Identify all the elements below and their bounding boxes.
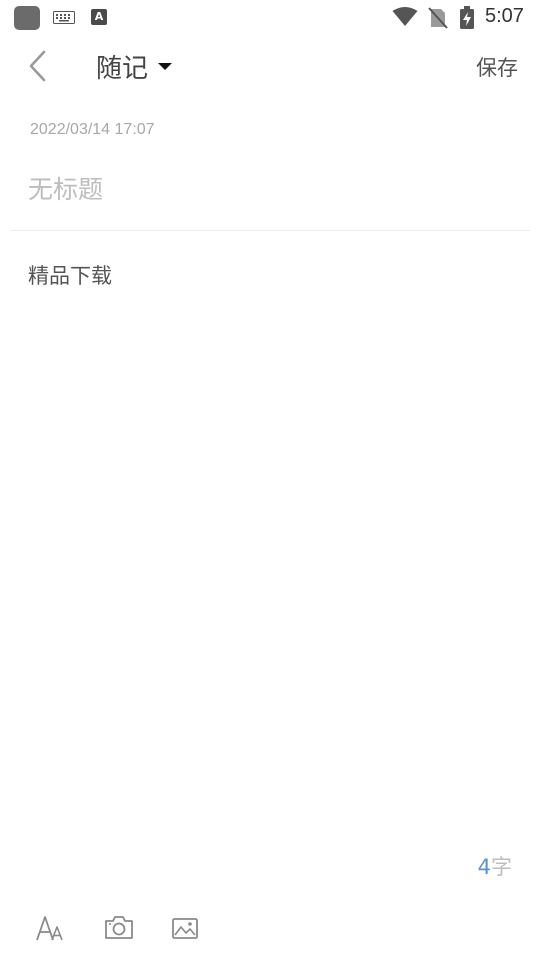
no-sim-icon (428, 7, 448, 29)
note-title-input[interactable] (28, 175, 508, 204)
back-button[interactable] (24, 46, 54, 86)
font-size-button[interactable] (34, 912, 68, 944)
save-button[interactable]: 保存 (476, 52, 518, 82)
caret-down-icon (158, 62, 173, 70)
char-count-number: 4 (477, 855, 491, 879)
a-notification-icon: A (91, 9, 107, 25)
app-square-icon (14, 6, 40, 30)
status-time: 5:07 (485, 5, 524, 27)
char-count-unit: 字 (491, 855, 512, 879)
image-icon (172, 918, 198, 939)
wifi-icon (392, 7, 418, 26)
font-size-icon (36, 916, 63, 941)
bottom-toolbar (0, 900, 540, 960)
camera-button[interactable] (102, 912, 136, 944)
keyboard-icon (53, 11, 75, 24)
status-bar: A 5:07 (0, 0, 540, 36)
top-bar: 随记 保存 (0, 36, 540, 96)
image-button[interactable] (168, 912, 202, 944)
note-timestamp: 2022/03/14 17:07 (30, 121, 155, 138)
divider (10, 230, 530, 231)
char-count: 4字 (478, 851, 512, 881)
battery-charging-icon (460, 6, 474, 29)
camera-icon (105, 916, 133, 939)
page-title: 随记 (96, 53, 149, 84)
chevron-left-icon (29, 50, 46, 82)
a-notification-letter: A (94, 10, 104, 23)
note-body-editor[interactable]: 精品下载 (28, 260, 112, 290)
category-selector[interactable]: 随记 (96, 46, 173, 86)
